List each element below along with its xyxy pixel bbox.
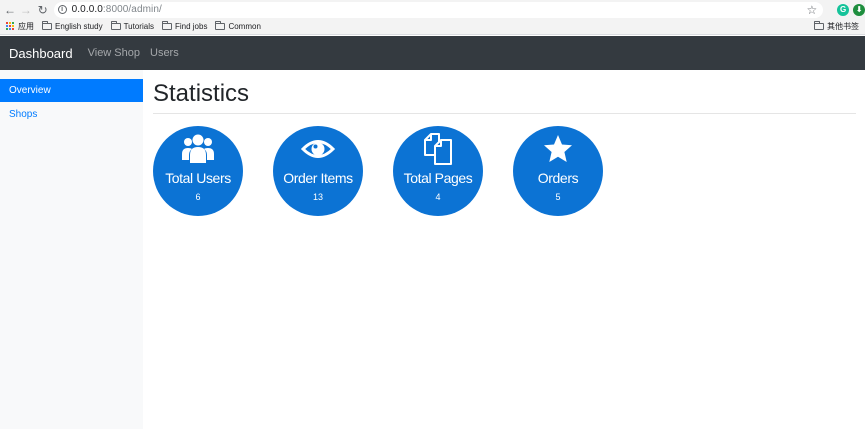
stat-card-order-items: Order Items 13 <box>273 126 363 216</box>
bookmark-label: English study <box>55 22 103 31</box>
divider <box>153 113 856 114</box>
bookmark-label: Find jobs <box>174 22 208 31</box>
page-title: Statistics <box>153 80 250 107</box>
reload-icon[interactable]: ↻ <box>35 2 51 18</box>
bookmark-label: Tutorials <box>123 22 154 31</box>
download-extension-icon[interactable]: ⬇ <box>853 3 865 16</box>
top-navbar: Dashboard View Shop Users <box>0 36 865 70</box>
sidebar: Overview Shops <box>0 70 143 429</box>
folder-icon <box>42 21 52 30</box>
copy-pages-icon <box>424 133 452 165</box>
folder-icon <box>161 21 172 30</box>
url-path: :8000/admin/ <box>102 4 162 15</box>
grammarly-extension-icon[interactable]: G <box>837 3 850 16</box>
bookmark-label: Common <box>228 22 261 31</box>
sidebar-item-shops[interactable]: Shops <box>0 103 143 126</box>
users-icon <box>182 134 214 163</box>
stat-value: 4 <box>435 192 441 202</box>
bookmark-tutorials[interactable]: Tutorials <box>110 21 154 31</box>
eye-icon <box>301 140 335 158</box>
sidebar-item-overview[interactable]: Overview <box>0 79 143 102</box>
url-text: 0.0.0.0:8000/admin/ <box>72 4 162 15</box>
bookmarks-bar: 应用 English study Tutorials Find jobs Com… <box>0 19 865 35</box>
apps-grid-icon <box>6 22 15 31</box>
stat-card-total-pages: Total Pages 4 <box>393 126 483 216</box>
info-icon[interactable]: i <box>57 5 67 14</box>
bookmark-common[interactable]: Common <box>215 21 261 31</box>
stat-value: 5 <box>555 192 561 202</box>
nav-link-view-shop[interactable]: View Shop <box>88 47 140 59</box>
stat-label: Order Items <box>283 170 353 186</box>
forward-arrow-icon[interactable]: → <box>18 2 34 18</box>
folder-icon <box>215 21 226 30</box>
stat-value: 13 <box>312 192 323 202</box>
stats-row: Total Users 6 Order Items 13 Total Pages… <box>153 126 856 216</box>
bookmark-label: 其他书签 <box>827 22 859 31</box>
stat-label: Total Pages <box>403 170 473 186</box>
browser-toolbar: ← → ↻ i 0.0.0.0:8000/admin/ ☆ G ⬇ <box>0 0 865 19</box>
star-icon <box>544 135 572 162</box>
navbar-brand[interactable]: Dashboard <box>9 46 73 61</box>
folder-icon <box>814 21 824 30</box>
stat-card-total-users: Total Users 6 <box>153 126 243 216</box>
stat-label: Total Users <box>165 170 231 186</box>
nav-link-users[interactable]: Users <box>150 47 179 59</box>
url-host: 0.0.0.0 <box>71 4 103 15</box>
stat-card-orders: Orders 5 <box>513 126 603 216</box>
main-content: Statistics Total Users 6 Order Items 13 <box>153 70 856 216</box>
address-bar[interactable]: i 0.0.0.0:8000/admin/ ☆ <box>53 1 824 18</box>
bookmark-find-jobs[interactable]: Find jobs <box>161 21 208 31</box>
back-arrow-icon[interactable]: ← <box>2 2 18 18</box>
stat-label: Orders <box>537 170 579 186</box>
bookmark-other[interactable]: 其他书签 <box>814 21 859 32</box>
bookmark-star-icon[interactable]: ☆ <box>806 3 817 17</box>
bookmark-english-study[interactable]: English study <box>42 21 103 31</box>
bookmark-apps[interactable]: 应用 <box>6 21 34 32</box>
stat-value: 6 <box>195 192 201 202</box>
folder-icon <box>110 21 121 30</box>
bookmark-label: 应用 <box>18 22 34 31</box>
